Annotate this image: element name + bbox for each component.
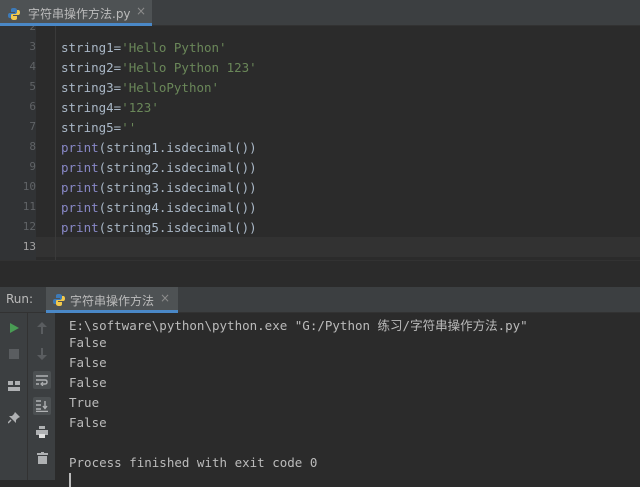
- console-output-line: False: [69, 415, 107, 430]
- run-console-output[interactable]: E:\software\python\python.exe "G:/Python…: [56, 313, 640, 487]
- line-number: 2: [29, 26, 36, 33]
- line-number: 11: [22, 200, 36, 213]
- line-number-gutter: 2 3 4 5 6 7 8 9 10 11 12 13: [0, 26, 36, 260]
- print-icon[interactable]: [33, 423, 51, 441]
- code-line: print(string3.isdecimal()): [61, 180, 257, 195]
- line-number: 6: [29, 100, 36, 113]
- run-panel-header: Run: 字符串操作方法 ×: [0, 287, 640, 313]
- console-command-line: E:\software\python\python.exe "G:/Python…: [69, 318, 528, 333]
- line-number: 3: [29, 40, 36, 53]
- line-number: 10: [22, 180, 36, 193]
- panel-splitter[interactable]: [0, 260, 640, 288]
- run-panel-label: Run:: [6, 292, 34, 306]
- code-line: string2='Hello Python 123': [61, 60, 257, 75]
- code-editor[interactable]: 2 3 4 5 6 7 8 9 10 11 12 13 string1='Hel…: [0, 26, 640, 260]
- editor-tab[interactable]: 字符串操作方法.py ×: [0, 0, 152, 26]
- current-line-highlight: [36, 237, 640, 257]
- line-number: 4: [29, 60, 36, 73]
- code-line: string3='HelloPython': [61, 80, 220, 95]
- editor-tab-filename: 字符串操作方法.py: [28, 7, 131, 21]
- console-output-line: True: [69, 395, 100, 410]
- trash-icon[interactable]: [33, 449, 51, 467]
- run-toolbar-secondary: [28, 313, 56, 480]
- line-number: 12: [22, 220, 36, 233]
- console-output-line: False: [69, 375, 107, 390]
- python-file-icon: [52, 292, 66, 311]
- python-file-icon: [7, 6, 21, 25]
- console-output-line: False: [69, 355, 107, 370]
- scroll-to-end-icon[interactable]: [33, 397, 51, 415]
- editor-tab-bar: 字符串操作方法.py ×: [0, 0, 640, 26]
- close-icon[interactable]: ×: [136, 4, 146, 18]
- down-arrow-icon[interactable]: [33, 345, 51, 363]
- code-line: string1='Hello Python': [61, 40, 227, 55]
- line-number-current: 13: [22, 240, 36, 253]
- close-icon[interactable]: ×: [160, 291, 170, 305]
- line-number: 5: [29, 80, 36, 93]
- code-line: print(string4.isdecimal()): [61, 200, 257, 215]
- code-line: print(string2.isdecimal()): [61, 160, 257, 175]
- run-config-tab[interactable]: 字符串操作方法 ×: [46, 287, 178, 313]
- line-number: 8: [29, 140, 36, 153]
- pin-icon[interactable]: [5, 409, 23, 427]
- layout-icon[interactable]: [5, 377, 23, 395]
- console-cursor: [69, 473, 71, 487]
- stop-icon[interactable]: [5, 345, 23, 363]
- run-toolbar-primary: [0, 313, 28, 480]
- run-tab-label: 字符串操作方法: [70, 294, 155, 308]
- soft-wrap-icon[interactable]: [33, 371, 51, 389]
- up-arrow-icon[interactable]: [33, 319, 51, 337]
- line-number: 9: [29, 160, 36, 173]
- console-exit-message: Process finished with exit code 0: [69, 455, 318, 470]
- run-icon[interactable]: [5, 319, 23, 337]
- code-line: string5='': [61, 120, 137, 135]
- code-line: print(string5.isdecimal()): [61, 220, 257, 235]
- code-line: string4='123': [61, 100, 159, 115]
- line-number: 7: [29, 120, 36, 133]
- console-output-line: False: [69, 335, 107, 350]
- code-line: print(string1.isdecimal()): [61, 140, 257, 155]
- gutter-divider: [55, 26, 56, 260]
